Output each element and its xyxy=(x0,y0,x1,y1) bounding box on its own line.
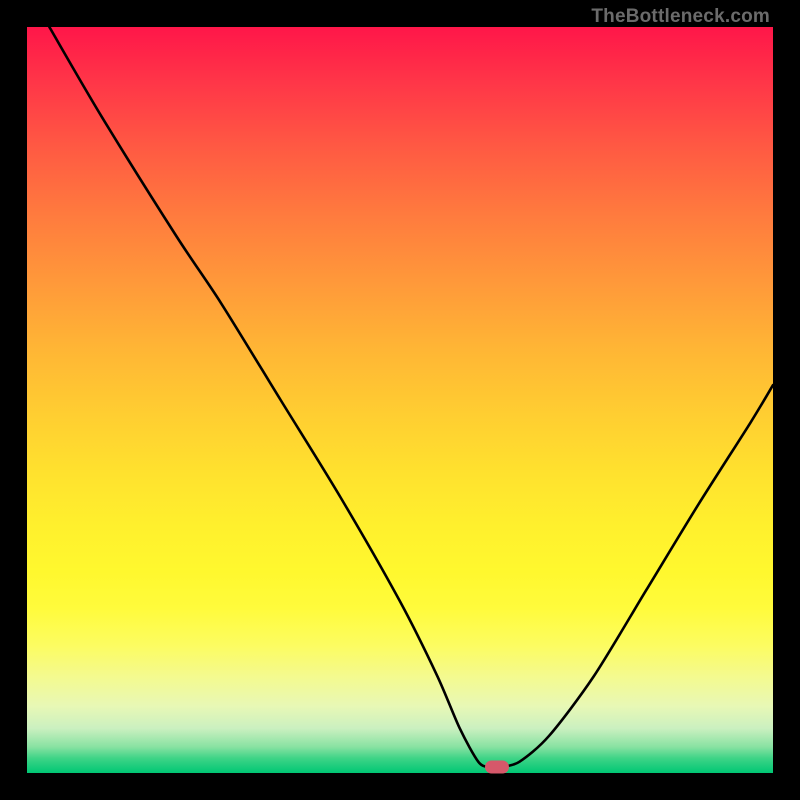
plot-background-gradient xyxy=(27,27,773,773)
optimal-point-marker xyxy=(485,761,509,774)
watermark-text: TheBottleneck.com xyxy=(591,6,770,28)
chart-container: TheBottleneck.com xyxy=(0,0,800,800)
